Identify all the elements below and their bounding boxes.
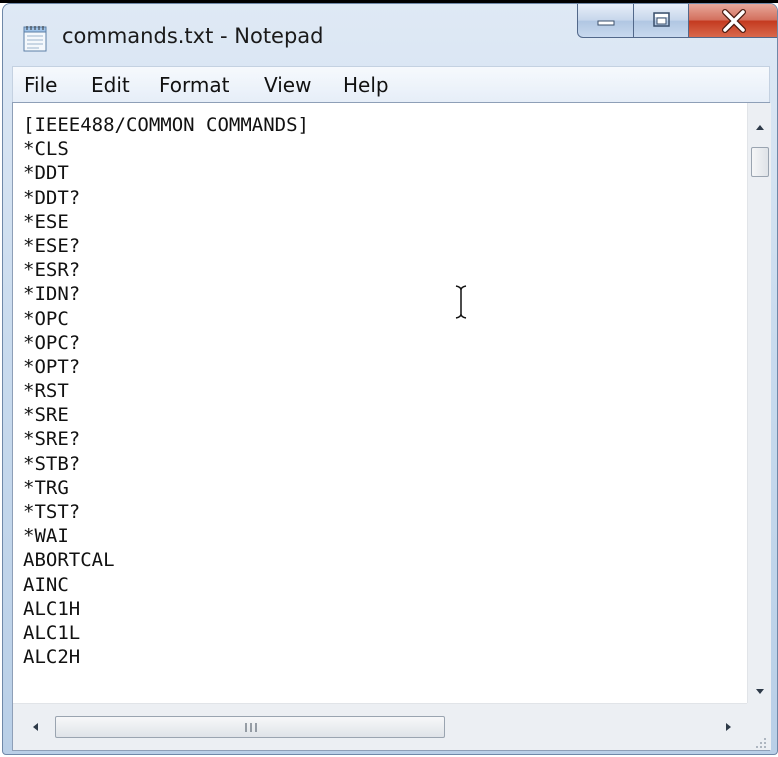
text-line: AINC — [23, 573, 69, 596]
text-line: *OPC — [23, 307, 69, 330]
text-line: *ESE? — [23, 234, 81, 257]
scroll-right-icon[interactable] — [719, 717, 737, 737]
minimize-button[interactable] — [577, 4, 634, 38]
text-line: *ESR? — [23, 259, 81, 282]
scroll-up-icon[interactable] — [748, 117, 772, 137]
notepad-icon — [23, 26, 47, 52]
horizontal-scroll-thumb[interactable] — [55, 716, 445, 738]
editor-text[interactable]: [IEEE488/COMMON COMMANDS] *CLS *DDT *DDT… — [23, 113, 737, 691]
resize-grip-icon — [756, 738, 766, 748]
maximize-icon — [653, 12, 670, 27]
text-line: *ESE — [23, 210, 69, 233]
close-button[interactable] — [689, 4, 777, 38]
text-line: ABORTCAL — [23, 549, 115, 572]
text-line: ALC2H — [23, 646, 81, 669]
maximize-button[interactable] — [634, 4, 689, 38]
text-cursor-icon — [455, 285, 467, 319]
notepad-window: commands.txt - Notepad File Edit Format … — [2, 3, 778, 755]
resize-grip[interactable] — [747, 703, 771, 750]
text-line: *TRG — [23, 476, 69, 499]
vertical-scroll-thumb[interactable] — [751, 147, 769, 177]
text-line: *TST? — [23, 501, 81, 523]
text-line: [IEEE488/COMMON COMMANDS] — [23, 114, 309, 136]
close-icon — [722, 9, 746, 33]
window-title: commands.txt - Notepad — [62, 24, 324, 48]
text-line: *STB? — [23, 452, 81, 475]
text-line: *IDN? — [23, 283, 81, 306]
menu-bar: File Edit Format View Help — [12, 66, 770, 102]
menu-view[interactable]: View — [264, 73, 311, 97]
text-line: *DDT? — [23, 186, 81, 209]
text-line: *SRE? — [23, 428, 81, 451]
text-line: *CLS — [23, 138, 69, 161]
title-bar[interactable]: commands.txt - Notepad — [3, 4, 777, 62]
scroll-left-icon[interactable] — [27, 717, 45, 737]
caption-buttons — [577, 4, 777, 44]
text-line: *WAI — [23, 525, 69, 548]
menu-file[interactable]: File — [24, 73, 57, 97]
menu-format[interactable]: Format — [159, 73, 229, 97]
text-line: *SRE — [23, 404, 69, 427]
menu-edit[interactable]: Edit — [91, 73, 130, 97]
text-line: *DDT — [23, 162, 69, 185]
horizontal-scrollbar[interactable] — [13, 703, 747, 750]
text-line: ALC1H — [23, 597, 81, 620]
vertical-scrollbar[interactable] — [747, 103, 771, 703]
text-line: ALC1L — [23, 621, 81, 644]
text-line: *OPC? — [23, 331, 81, 354]
menu-help[interactable]: Help — [343, 73, 389, 97]
scroll-down-icon[interactable] — [748, 681, 772, 701]
minimize-icon — [597, 20, 615, 26]
text-line: *RST — [23, 380, 69, 403]
grip-icon — [245, 723, 257, 732]
text-line: *OPT? — [23, 355, 81, 378]
text-editor[interactable]: [IEEE488/COMMON COMMANDS] *CLS *DDT *DDT… — [12, 102, 771, 751]
